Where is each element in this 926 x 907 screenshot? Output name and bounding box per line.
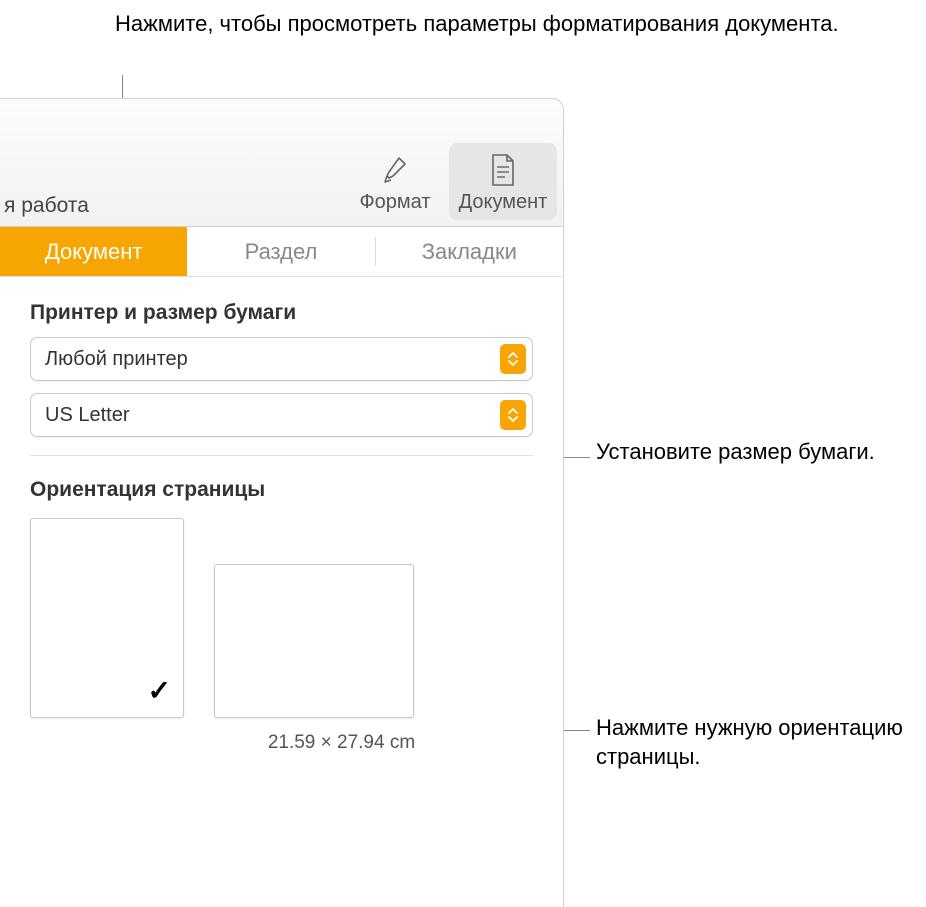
callout-top: Нажмите, чтобы просмотреть параметры фор… [115, 10, 839, 39]
toolbar: я работа Формат [0, 99, 563, 227]
updown-icon [500, 400, 526, 430]
callout-orientation: Нажмите нужную ориентацию страницы. [596, 714, 926, 771]
tab-document[interactable]: Документ [0, 227, 187, 276]
orientation-portrait-button[interactable]: ✓ [30, 518, 184, 718]
brush-icon [379, 151, 411, 189]
content-area: Принтер и размер бумаги Любой принтер US… [0, 277, 563, 754]
tabs: Документ Раздел Закладки [0, 227, 563, 277]
divider [30, 455, 533, 456]
document-icon [489, 151, 517, 189]
orientation-section-title: Ориентация страницы [30, 478, 533, 502]
toolbar-buttons: Формат Документ [341, 143, 557, 220]
paper-size-dropdown[interactable]: US Letter [30, 393, 533, 437]
tab-section[interactable]: Раздел [187, 227, 374, 276]
printer-section-title: Принтер и размер бумаги [30, 301, 533, 325]
paper-size-value: US Letter [45, 404, 500, 427]
orientation-landscape-button[interactable] [214, 564, 414, 718]
printer-dropdown[interactable]: Любой принтер [30, 337, 533, 381]
format-button[interactable]: Формат [341, 143, 449, 220]
document-label: Документ [459, 191, 548, 214]
orientation-row: ✓ [30, 518, 533, 718]
toolbar-left-partial: я работа [0, 194, 89, 218]
check-icon: ✓ [148, 674, 171, 707]
format-label: Формат [359, 191, 430, 214]
printer-value: Любой принтер [45, 348, 500, 371]
tab-bookmarks[interactable]: Закладки [376, 227, 563, 276]
page-dimensions: 21.59 × 27.94 cm [150, 732, 533, 754]
document-button[interactable]: Документ [449, 143, 557, 220]
updown-icon [500, 344, 526, 374]
callout-paper-size: Установите размер бумаги. [596, 438, 875, 467]
document-panel: я работа Формат [0, 98, 564, 907]
